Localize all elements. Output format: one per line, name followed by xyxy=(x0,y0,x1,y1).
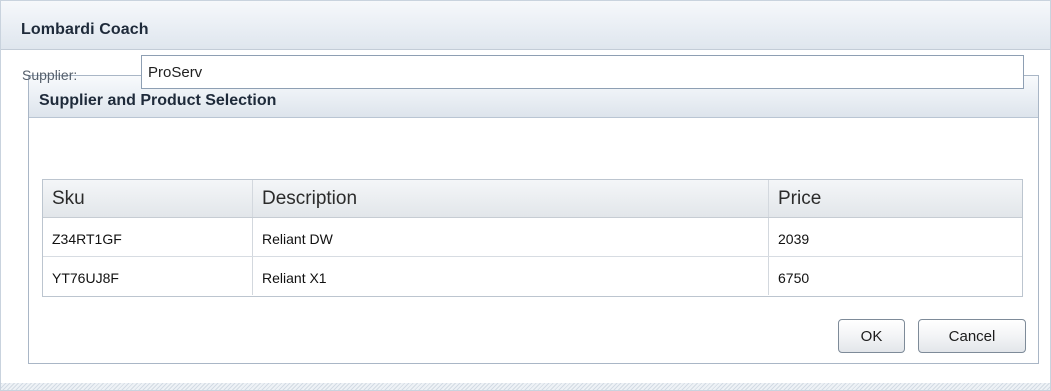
cell-price: 2039 xyxy=(778,231,810,247)
panel-title: Supplier and Product Selection xyxy=(39,92,277,109)
cell-description: Reliant DW xyxy=(253,218,769,256)
app-header: Lombardi Coach xyxy=(1,1,1050,50)
column-header-sku[interactable]: Sku xyxy=(43,180,253,217)
bottom-stripe xyxy=(1,383,1050,390)
column-header-price[interactable]: Price xyxy=(769,180,1022,217)
product-table: Sku Description Price Z34RT1GF Reliant D… xyxy=(42,179,1023,297)
ok-button[interactable]: OK xyxy=(838,319,905,353)
cell-sku: YT76UJ8F xyxy=(43,257,253,295)
cell-sku: Z34RT1GF xyxy=(43,218,253,256)
table-header: Sku Description Price xyxy=(43,180,1022,218)
cell-description: Reliant X1 xyxy=(253,257,769,295)
cancel-button[interactable]: Cancel xyxy=(918,319,1026,353)
supplier-input[interactable] xyxy=(141,55,1024,89)
table-row[interactable]: Z34RT1GF Reliant DW 2039 xyxy=(43,218,1022,257)
supplier-label: Supplier: xyxy=(22,67,78,83)
app-title: Lombardi Coach xyxy=(21,21,149,38)
column-header-description[interactable]: Description xyxy=(253,180,769,217)
cell-price: 6750 xyxy=(778,270,810,286)
table-row[interactable]: YT76UJ8F Reliant X1 6750 xyxy=(43,257,1022,296)
app-window: Lombardi Coach Supplier and Product Sele… xyxy=(0,0,1051,391)
